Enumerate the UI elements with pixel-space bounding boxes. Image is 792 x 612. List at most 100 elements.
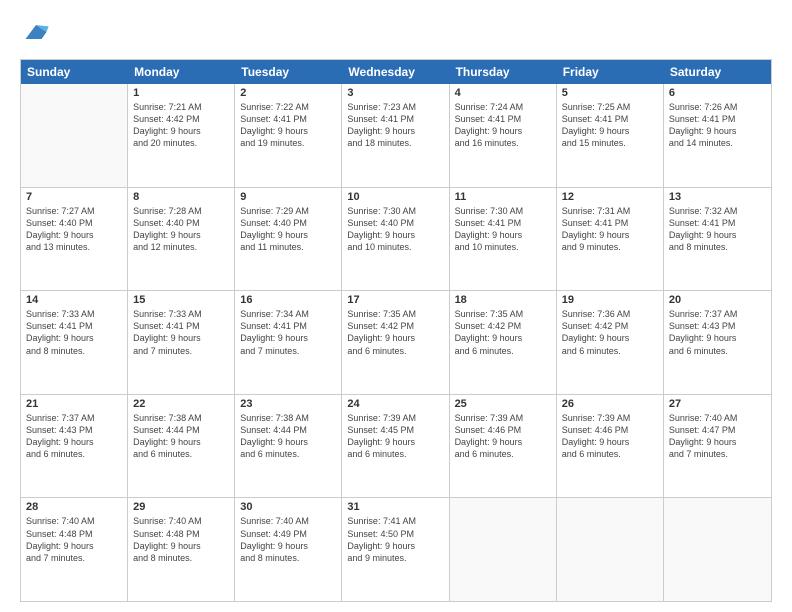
calendar-cell: 10 Sunrise: 7:30 AM Sunset: 4:40 PM Dayli… <box>342 188 449 291</box>
day-number: 8 <box>133 191 229 203</box>
day-info: Sunrise: 7:40 AM Sunset: 4:47 PM Dayligh… <box>669 412 766 461</box>
day-info: Sunrise: 7:38 AM Sunset: 4:44 PM Dayligh… <box>133 412 229 461</box>
day-info: Sunrise: 7:22 AM Sunset: 4:41 PM Dayligh… <box>240 101 336 150</box>
day-number: 2 <box>240 87 336 99</box>
day-info: Sunrise: 7:35 AM Sunset: 4:42 PM Dayligh… <box>455 308 551 357</box>
day-number: 14 <box>26 294 122 306</box>
calendar-cell: 16Sunrise: 7:34 AM Sunset: 4:41 PM Dayli… <box>235 291 342 394</box>
day-info: Sunrise: 7:40 AM Sunset: 4:48 PM Dayligh… <box>133 515 229 564</box>
calendar-cell: 25 Sunrise: 7:39 AM Sunset: 4:46 PM Dayli… <box>450 395 557 498</box>
calendar-cell: 24 Sunrise: 7:39 AM Sunset: 4:45 PM Dayli… <box>342 395 449 498</box>
day-number: 25 <box>455 398 551 410</box>
day-number: 30 <box>240 501 336 513</box>
calendar-cell <box>557 498 664 601</box>
day-number: 6 <box>669 87 766 99</box>
header-day: Wednesday <box>342 60 449 84</box>
day-number: 15 <box>133 294 229 306</box>
header-day: Thursday <box>450 60 557 84</box>
day-number: 31 <box>347 501 443 513</box>
day-number: 23 <box>240 398 336 410</box>
day-info: Sunrise: 7:21 AM Sunset: 4:42 PM Dayligh… <box>133 101 229 150</box>
calendar-cell: 27 Sunrise: 7:40 AM Sunset: 4:47 PM Dayli… <box>664 395 771 498</box>
day-info: Sunrise: 7:31 AM Sunset: 4:41 PM Dayligh… <box>562 205 658 254</box>
day-info: Sunrise: 7:37 AM Sunset: 4:43 PM Dayligh… <box>669 308 766 357</box>
day-number: 5 <box>562 87 658 99</box>
calendar-cell: 18 Sunrise: 7:35 AM Sunset: 4:42 PM Dayli… <box>450 291 557 394</box>
day-number: 1 <box>133 87 229 99</box>
calendar-cell: 31 Sunrise: 7:41 AM Sunset: 4:50 PM Dayli… <box>342 498 449 601</box>
calendar-cell: 19 Sunrise: 7:36 AM Sunset: 4:42 PM Dayli… <box>557 291 664 394</box>
day-number: 24 <box>347 398 443 410</box>
header-day: Saturday <box>664 60 771 84</box>
day-number: 7 <box>26 191 122 203</box>
day-number: 11 <box>455 191 551 203</box>
day-number: 19 <box>562 294 658 306</box>
calendar-cell <box>664 498 771 601</box>
day-number: 18 <box>455 294 551 306</box>
calendar-cell <box>21 84 128 187</box>
calendar-cell: 28Sunrise: 7:40 AM Sunset: 4:48 PM Dayli… <box>21 498 128 601</box>
day-number: 3 <box>347 87 443 99</box>
logo-icon <box>22 18 50 46</box>
day-number: 20 <box>669 294 766 306</box>
day-info: Sunrise: 7:36 AM Sunset: 4:42 PM Dayligh… <box>562 308 658 357</box>
day-number: 22 <box>133 398 229 410</box>
header-day: Tuesday <box>235 60 342 84</box>
day-number: 4 <box>455 87 551 99</box>
day-number: 10 <box>347 191 443 203</box>
day-info: Sunrise: 7:25 AM Sunset: 4:41 PM Dayligh… <box>562 101 658 150</box>
calendar-cell: 29Sunrise: 7:40 AM Sunset: 4:48 PM Dayli… <box>128 498 235 601</box>
calendar-cell <box>450 498 557 601</box>
calendar-header: SundayMondayTuesdayWednesdayThursdayFrid… <box>21 60 771 84</box>
calendar-row: 1 Sunrise: 7:21 AM Sunset: 4:42 PM Daylig… <box>21 84 771 188</box>
calendar-cell: 30 Sunrise: 7:40 AM Sunset: 4:49 PM Dayli… <box>235 498 342 601</box>
header-day: Monday <box>128 60 235 84</box>
day-info: Sunrise: 7:39 AM Sunset: 4:46 PM Dayligh… <box>455 412 551 461</box>
calendar-row: 7 Sunrise: 7:27 AM Sunset: 4:40 PM Daylig… <box>21 188 771 292</box>
calendar-cell: 11 Sunrise: 7:30 AM Sunset: 4:41 PM Dayli… <box>450 188 557 291</box>
logo <box>20 18 50 51</box>
calendar-cell: 17Sunrise: 7:35 AM Sunset: 4:42 PM Dayli… <box>342 291 449 394</box>
day-info: Sunrise: 7:24 AM Sunset: 4:41 PM Dayligh… <box>455 101 551 150</box>
day-info: Sunrise: 7:39 AM Sunset: 4:45 PM Dayligh… <box>347 412 443 461</box>
day-info: Sunrise: 7:41 AM Sunset: 4:50 PM Dayligh… <box>347 515 443 564</box>
day-info: Sunrise: 7:40 AM Sunset: 4:49 PM Dayligh… <box>240 515 336 564</box>
calendar-cell: 9 Sunrise: 7:29 AM Sunset: 4:40 PM Daylig… <box>235 188 342 291</box>
calendar-cell: 4 Sunrise: 7:24 AM Sunset: 4:41 PM Daylig… <box>450 84 557 187</box>
day-number: 12 <box>562 191 658 203</box>
calendar-cell: 20 Sunrise: 7:37 AM Sunset: 4:43 PM Dayli… <box>664 291 771 394</box>
calendar-cell: 6 Sunrise: 7:26 AM Sunset: 4:41 PM Daylig… <box>664 84 771 187</box>
calendar-cell: 13 Sunrise: 7:32 AM Sunset: 4:41 PM Dayli… <box>664 188 771 291</box>
calendar-body: 1 Sunrise: 7:21 AM Sunset: 4:42 PM Daylig… <box>21 84 771 601</box>
calendar: SundayMondayTuesdayWednesdayThursdayFrid… <box>20 59 772 602</box>
day-info: Sunrise: 7:35 AM Sunset: 4:42 PM Dayligh… <box>347 308 443 357</box>
day-info: Sunrise: 7:29 AM Sunset: 4:40 PM Dayligh… <box>240 205 336 254</box>
day-info: Sunrise: 7:30 AM Sunset: 4:40 PM Dayligh… <box>347 205 443 254</box>
header-day: Friday <box>557 60 664 84</box>
day-number: 13 <box>669 191 766 203</box>
calendar-row: 28 Sunrise: 7:40 AM Sunset: 4:48 PM Dayli… <box>21 498 771 601</box>
calendar-cell: 15Sunrise: 7:33 AM Sunset: 4:41 PM Dayli… <box>128 291 235 394</box>
calendar-cell: 23 Sunrise: 7:38 AM Sunset: 4:44 PM Dayli… <box>235 395 342 498</box>
calendar-cell: 26Sunrise: 7:39 AM Sunset: 4:46 PM Dayli… <box>557 395 664 498</box>
day-info: Sunrise: 7:33 AM Sunset: 4:41 PM Dayligh… <box>26 308 122 357</box>
header-day: Sunday <box>21 60 128 84</box>
day-info: Sunrise: 7:30 AM Sunset: 4:41 PM Dayligh… <box>455 205 551 254</box>
calendar-cell: 1 Sunrise: 7:21 AM Sunset: 4:42 PM Daylig… <box>128 84 235 187</box>
day-info: Sunrise: 7:32 AM Sunset: 4:41 PM Dayligh… <box>669 205 766 254</box>
calendar-cell: 12 Sunrise: 7:31 AM Sunset: 4:41 PM Dayli… <box>557 188 664 291</box>
day-info: Sunrise: 7:23 AM Sunset: 4:41 PM Dayligh… <box>347 101 443 150</box>
day-info: Sunrise: 7:26 AM Sunset: 4:41 PM Dayligh… <box>669 101 766 150</box>
day-info: Sunrise: 7:27 AM Sunset: 4:40 PM Dayligh… <box>26 205 122 254</box>
day-number: 9 <box>240 191 336 203</box>
calendar-cell: 8Sunrise: 7:28 AM Sunset: 4:40 PM Daylig… <box>128 188 235 291</box>
day-info: Sunrise: 7:34 AM Sunset: 4:41 PM Dayligh… <box>240 308 336 357</box>
day-info: Sunrise: 7:39 AM Sunset: 4:46 PM Dayligh… <box>562 412 658 461</box>
calendar-cell: 21Sunrise: 7:37 AM Sunset: 4:43 PM Dayli… <box>21 395 128 498</box>
day-number: 28 <box>26 501 122 513</box>
calendar-row: 14 Sunrise: 7:33 AM Sunset: 4:41 PM Dayli… <box>21 291 771 395</box>
calendar-cell: 5 Sunrise: 7:25 AM Sunset: 4:41 PM Daylig… <box>557 84 664 187</box>
day-number: 27 <box>669 398 766 410</box>
calendar-row: 21Sunrise: 7:37 AM Sunset: 4:43 PM Dayli… <box>21 395 771 499</box>
day-info: Sunrise: 7:38 AM Sunset: 4:44 PM Dayligh… <box>240 412 336 461</box>
